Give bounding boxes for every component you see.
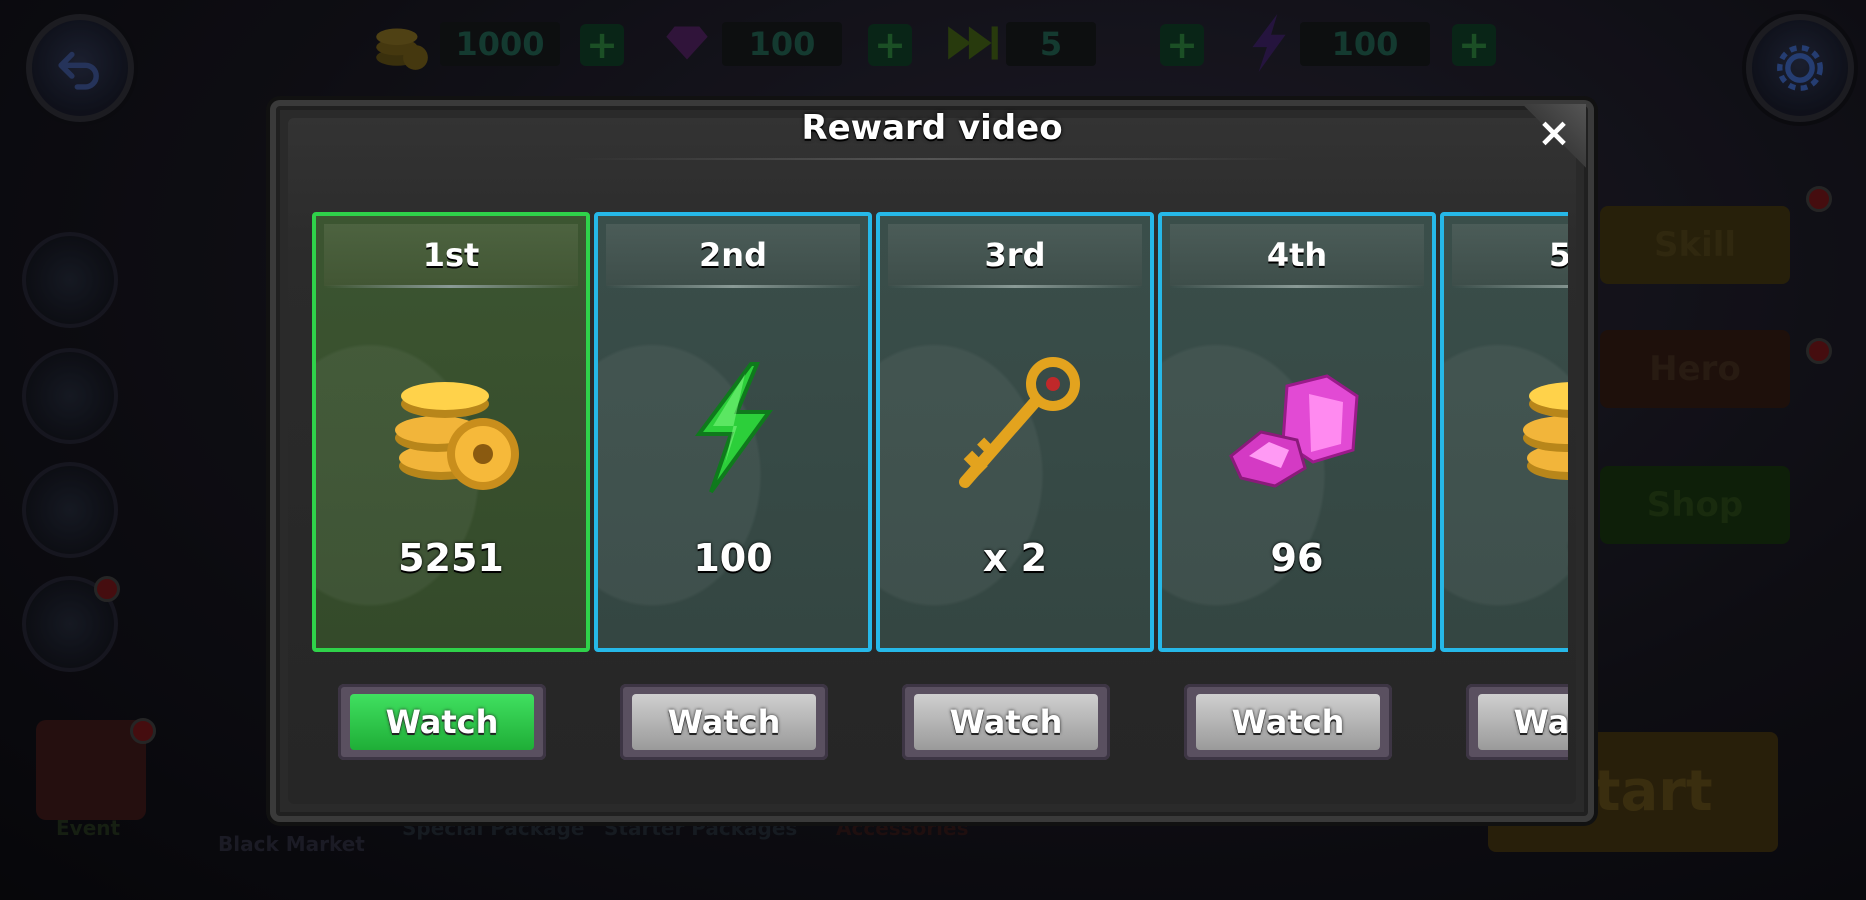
add-energy-button[interactable]: + bbox=[1452, 24, 1496, 66]
card-rank: 1st bbox=[324, 224, 578, 288]
notification-dot bbox=[1806, 338, 1832, 364]
watch-button-3[interactable]: Watch bbox=[902, 684, 1110, 760]
gold-coins-icon bbox=[1523, 382, 1568, 480]
reward-amount: 96 bbox=[1270, 536, 1324, 580]
fast-forward-icon bbox=[948, 26, 998, 60]
watch-label: Watch bbox=[632, 694, 816, 750]
card-rank: 2nd bbox=[606, 224, 860, 288]
reward-card-3[interactable]: 3rd x 2 bbox=[876, 212, 1154, 652]
add-gems-button[interactable]: + bbox=[868, 24, 912, 66]
reward-amount: 100 bbox=[693, 536, 773, 580]
add-gold-button[interactable]: + bbox=[580, 24, 624, 66]
skill-button[interactable]: Skill bbox=[1600, 206, 1790, 284]
gold-amount: 1000 bbox=[440, 22, 560, 66]
shop-button[interactable]: Shop bbox=[1600, 466, 1790, 544]
back-arrow-icon bbox=[58, 51, 99, 90]
watch-button-5[interactable]: Watch bbox=[1466, 684, 1568, 760]
gems-amount: 100 bbox=[722, 22, 842, 66]
dialog-title: Reward video bbox=[801, 108, 1063, 148]
notification-dot bbox=[94, 576, 120, 602]
reward-amount: x 2 bbox=[982, 536, 1048, 580]
card-rank: 5th bbox=[1452, 224, 1568, 288]
black-market-tab[interactable]: Black Market bbox=[218, 832, 365, 856]
watch-label: Watch bbox=[1196, 694, 1380, 750]
gold-coins-icon bbox=[376, 28, 428, 70]
back-button[interactable] bbox=[26, 14, 134, 122]
skip-amount: 5 bbox=[1006, 22, 1096, 66]
diamond-icon bbox=[666, 26, 708, 60]
card-rank: 4th bbox=[1170, 224, 1424, 288]
reward-card-1[interactable]: 1st 5251 bbox=[312, 212, 590, 652]
watch-label: Watch bbox=[350, 694, 534, 750]
card-rank: 3rd bbox=[888, 224, 1142, 288]
lightning-icon bbox=[1252, 14, 1286, 72]
energy-amount: 100 bbox=[1300, 22, 1430, 66]
key-icon bbox=[959, 357, 1080, 488]
watch-button-1[interactable]: Watch bbox=[338, 684, 546, 760]
title-divider bbox=[570, 158, 1294, 160]
reward-card-5[interactable]: 5th 1 bbox=[1440, 212, 1568, 652]
gems-icon bbox=[1229, 374, 1359, 488]
reward-card-4[interactable]: 4th 96 bbox=[1158, 212, 1436, 652]
reward-video-dialog: Reward video × 1st 5251 2nd 100 3rd x 2 … bbox=[270, 100, 1594, 822]
watch-button-2[interactable]: Watch bbox=[620, 684, 828, 760]
gold-coins-icon bbox=[395, 382, 519, 490]
reward-amount: 1 bbox=[1444, 536, 1568, 580]
event-tab[interactable]: Event bbox=[56, 816, 120, 840]
watch-label: Watch bbox=[1478, 694, 1568, 750]
book-button[interactable] bbox=[22, 348, 118, 444]
close-button[interactable]: × bbox=[1522, 104, 1586, 168]
settings-button[interactable] bbox=[1746, 14, 1854, 122]
lightning-icon bbox=[695, 362, 773, 494]
watch-label: Watch bbox=[914, 694, 1098, 750]
gear-icon bbox=[1777, 45, 1823, 91]
scroll-button[interactable] bbox=[22, 462, 118, 558]
add-skip-button[interactable]: + bbox=[1160, 24, 1204, 66]
reward-card-2[interactable]: 2nd 100 bbox=[594, 212, 872, 652]
reward-cards: 1st 5251 2nd 100 3rd x 2 4th 96 5 bbox=[312, 212, 1568, 652]
hero-button[interactable]: Hero bbox=[1600, 330, 1790, 408]
watch-button-4[interactable]: Watch bbox=[1184, 684, 1392, 760]
reward-amount: 5251 bbox=[398, 536, 504, 580]
hero-portrait-button[interactable] bbox=[22, 232, 118, 328]
notification-dot bbox=[1806, 186, 1832, 212]
event-gift-icon[interactable] bbox=[36, 720, 146, 820]
notification-dot bbox=[130, 718, 156, 744]
